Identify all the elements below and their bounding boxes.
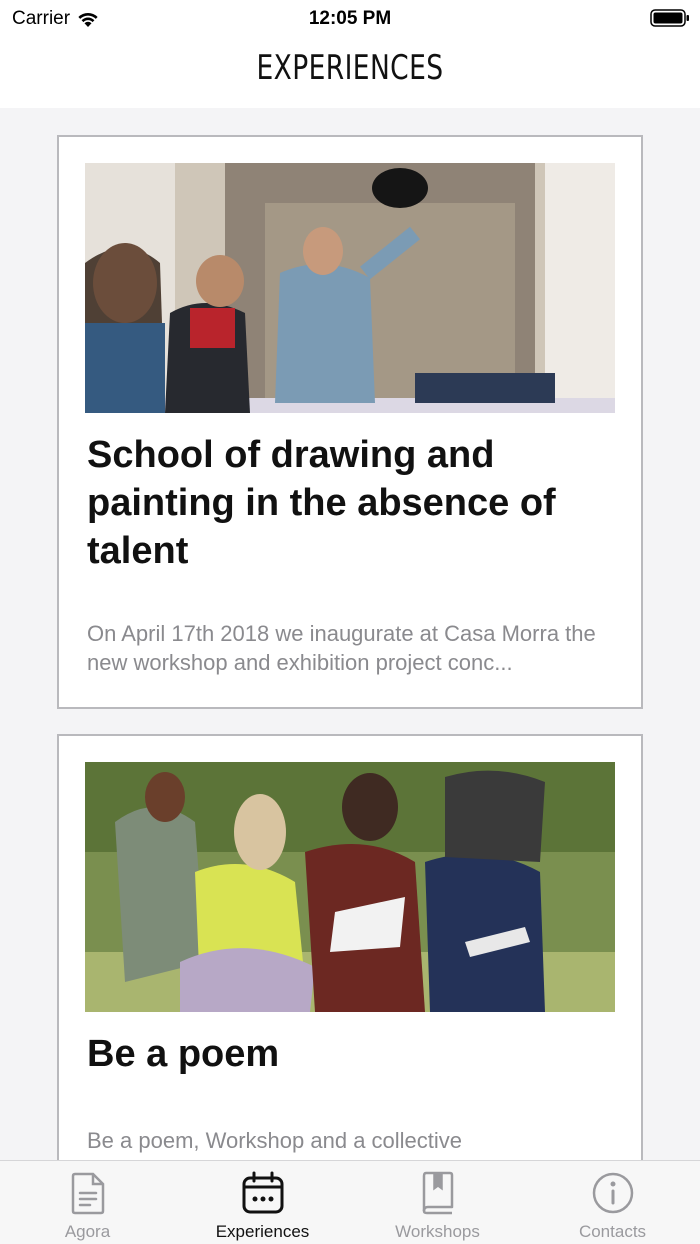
tab-experiences[interactable]: Experiences: [175, 1161, 350, 1244]
tab-bar: Agora Experiences Workshops Contacts: [0, 1160, 700, 1244]
experience-photo: [85, 163, 615, 413]
tab-contacts[interactable]: Contacts: [525, 1161, 700, 1244]
tab-label: Contacts: [578, 1222, 647, 1241]
tab-label: Workshops: [395, 1222, 480, 1241]
experience-card[interactable]: Be a poem Be a poem, Workshop and a coll…: [57, 734, 643, 1160]
calendar-icon: [242, 1171, 284, 1214]
info-icon: [592, 1172, 634, 1214]
navigation-bar: EXPERIENCES: [0, 36, 700, 108]
tab-label: Agora: [64, 1222, 111, 1241]
experience-title: School of drawing and painting in the ab…: [87, 434, 556, 572]
tab-workshops[interactable]: Workshops: [350, 1161, 525, 1244]
experience-description: On April 17th 2018 we inaugurate at Casa…: [87, 621, 596, 675]
experience-card[interactable]: School of drawing and painting in the ab…: [57, 135, 643, 709]
experiences-list[interactable]: School of drawing and painting in the ab…: [0, 108, 700, 1160]
document-icon: [71, 1172, 105, 1215]
experience-title: Be a poem: [87, 1033, 280, 1075]
tab-label: Experiences: [215, 1222, 310, 1241]
tab-agora[interactable]: Agora: [0, 1161, 175, 1244]
book-icon: [422, 1171, 454, 1215]
page-title: EXPERIENCES: [256, 48, 444, 88]
clock: 12:05 PM: [308, 8, 392, 29]
battery-icon: [650, 9, 689, 27]
status-bar: Carrier 12:05 PM: [0, 0, 700, 36]
experience-photo: [85, 762, 615, 1012]
experience-description: Be a poem, Workshop and a collective: [87, 1128, 463, 1153]
